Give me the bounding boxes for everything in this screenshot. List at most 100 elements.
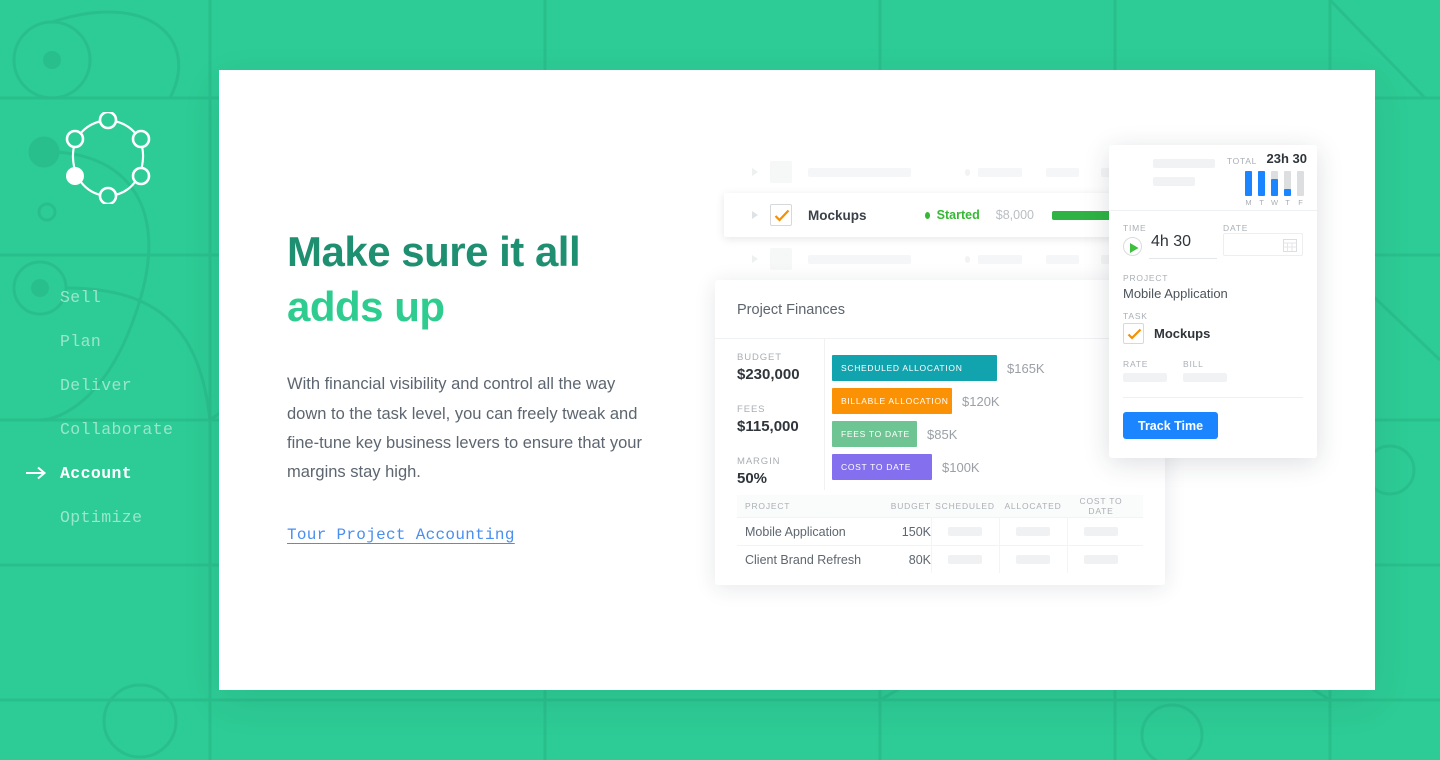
checkbox-placeholder — [770, 161, 792, 183]
task-row[interactable]: Mockups Started $8,000 — [724, 193, 1164, 237]
table-row[interactable]: Mobile Application 150K — [737, 517, 1143, 545]
stat-value: $115,000 — [737, 418, 799, 435]
finance-bar: COST TO DATE — [832, 454, 932, 480]
finance-bar-value: $165K — [1007, 360, 1045, 376]
headline-line-1: Make sure it all — [287, 228, 581, 275]
finance-bar: SCHEDULED ALLOCATION — [832, 355, 997, 381]
sidebar: Sell Plan Deliver Collaborate Account Op… — [0, 0, 220, 760]
stat-label: MARGIN — [737, 456, 781, 467]
task-row-placeholder — [724, 237, 1165, 281]
tour-project-accounting-link[interactable]: Tour Project Accounting — [287, 526, 515, 544]
bill-placeholder[interactable] — [1183, 373, 1227, 382]
cell-cost-to-date — [1067, 551, 1135, 569]
sidebar-nav: Sell Plan Deliver Collaborate Account Op… — [0, 275, 220, 539]
status-dot-placeholder — [964, 255, 971, 263]
stat-label: FEES — [737, 404, 766, 415]
task-row-placeholder — [724, 150, 1165, 194]
finance-bar-label: FEES TO DATE — [841, 429, 910, 439]
sidebar-item-label: Collaborate — [60, 419, 174, 439]
cell-project: Mobile Application — [745, 524, 846, 539]
sidebar-item-label: Optimize — [60, 507, 143, 527]
sidebar-item-label: Account — [60, 463, 133, 483]
cell-scheduled — [931, 551, 999, 569]
date-label: DATE — [1223, 223, 1249, 233]
total-label: TOTAL — [1226, 156, 1257, 166]
sidebar-item-optimize[interactable]: Optimize — [0, 495, 220, 539]
stat-label: BUDGET — [737, 352, 782, 363]
expand-triangle-icon[interactable] — [752, 211, 758, 219]
week-bar — [1245, 171, 1252, 196]
finance-bar-row: BILLABLE ALLOCATION $120K — [832, 387, 1142, 415]
sidebar-item-deliver[interactable]: Deliver — [0, 363, 220, 407]
week-bar-day-label: F — [1298, 198, 1303, 207]
sidebar-item-account[interactable]: Account — [0, 451, 220, 495]
play-timer-button[interactable] — [1123, 237, 1142, 256]
card-title: Project Finances — [737, 302, 845, 318]
sidebar-item-label: Deliver — [60, 375, 133, 395]
finance-bar-value: $120K — [962, 393, 1000, 409]
cell-cost-to-date — [1067, 523, 1135, 541]
week-bar-day-label: T — [1259, 198, 1264, 207]
stat-margin: MARGIN 50% — [737, 456, 827, 487]
sidebar-item-sell[interactable]: Sell — [0, 275, 220, 319]
cell-project: Client Brand Refresh — [745, 552, 862, 567]
time-input[interactable]: 4h 30 — [1151, 233, 1191, 251]
table-row[interactable]: Client Brand Refresh 80K — [737, 545, 1143, 573]
divider — [715, 338, 1165, 339]
task-checkbox[interactable] — [770, 204, 792, 226]
week-bar — [1297, 171, 1304, 196]
task-label: TASK — [1123, 311, 1148, 321]
week-bar-day-label: M — [1245, 198, 1252, 207]
content-panel: Make sure it all adds up With financial … — [219, 70, 1375, 690]
sidebar-item-label: Plan — [60, 331, 102, 351]
column-header-allocated: ALLOCATED — [1004, 501, 1062, 511]
task-checkbox[interactable] — [1123, 323, 1144, 344]
sidebar-item-plan[interactable]: Plan — [0, 319, 220, 363]
week-bar-fill — [1245, 171, 1252, 196]
stat-value: 50% — [737, 470, 768, 487]
time-input-underline — [1149, 258, 1217, 259]
finance-bar-label: COST TO DATE — [841, 462, 912, 472]
date-input[interactable] — [1223, 233, 1303, 256]
project-value[interactable]: Mobile Application — [1123, 286, 1228, 301]
week-bar-chart: MTWTF — [1245, 171, 1307, 207]
status-placeholder — [978, 254, 1022, 264]
text-placeholder — [808, 254, 911, 264]
cell-allocated — [999, 523, 1067, 541]
cell-allocated — [999, 551, 1067, 569]
finance-bar-chart: SCHEDULED ALLOCATION $165K BILLABLE ALLOCA… — [832, 354, 1142, 486]
cell-budget: 150K — [901, 524, 931, 539]
checkbox-placeholder — [770, 248, 792, 270]
task-status: Started — [936, 208, 980, 222]
column-header-budget: BUDGET — [890, 501, 931, 511]
column-header-scheduled: SCHEDULED — [935, 501, 995, 511]
title-placeholder — [1153, 159, 1215, 168]
copy-block: Make sure it all adds up With financial … — [287, 225, 647, 544]
status-dot — [924, 211, 930, 219]
text-placeholder — [808, 167, 911, 177]
task-name: Mockups — [808, 207, 867, 223]
rate-label: RATE — [1123, 359, 1149, 369]
finance-stats: BUDGET $230,000 FEES $115,000 MARGIN 50% — [737, 352, 827, 508]
finance-bar: FEES TO DATE — [832, 421, 917, 447]
status-dot-placeholder — [964, 168, 971, 176]
body-paragraph: With financial visibility and control al… — [287, 375, 642, 482]
stat-fees: FEES $115,000 — [737, 404, 827, 435]
arrow-right-icon — [26, 466, 47, 480]
bill-label: BILL — [1183, 359, 1204, 369]
hexagon-node-logo-icon — [65, 112, 151, 204]
expand-triangle-icon — [752, 168, 758, 176]
sidebar-item-collaborate[interactable]: Collaborate — [0, 407, 220, 451]
status-placeholder — [978, 167, 1022, 177]
finance-bar-row: SCHEDULED ALLOCATION $165K — [832, 354, 1142, 382]
rate-placeholder[interactable] — [1123, 373, 1167, 382]
column-header-cost-to-date: COST TO DATE — [1079, 496, 1123, 516]
finance-table: PROJECT BUDGET SCHEDULED ALLOCATED COST … — [737, 495, 1143, 573]
divider — [1123, 397, 1303, 398]
week-bar-day-label: T — [1285, 198, 1290, 207]
cell-budget: 80K — [908, 552, 931, 567]
track-time-button[interactable]: Track Time — [1123, 412, 1219, 439]
task-amount: $8,000 — [995, 208, 1034, 222]
finance-bar: BILLABLE ALLOCATION — [832, 388, 952, 414]
finance-bar-row: COST TO DATE $100K — [832, 453, 1142, 481]
